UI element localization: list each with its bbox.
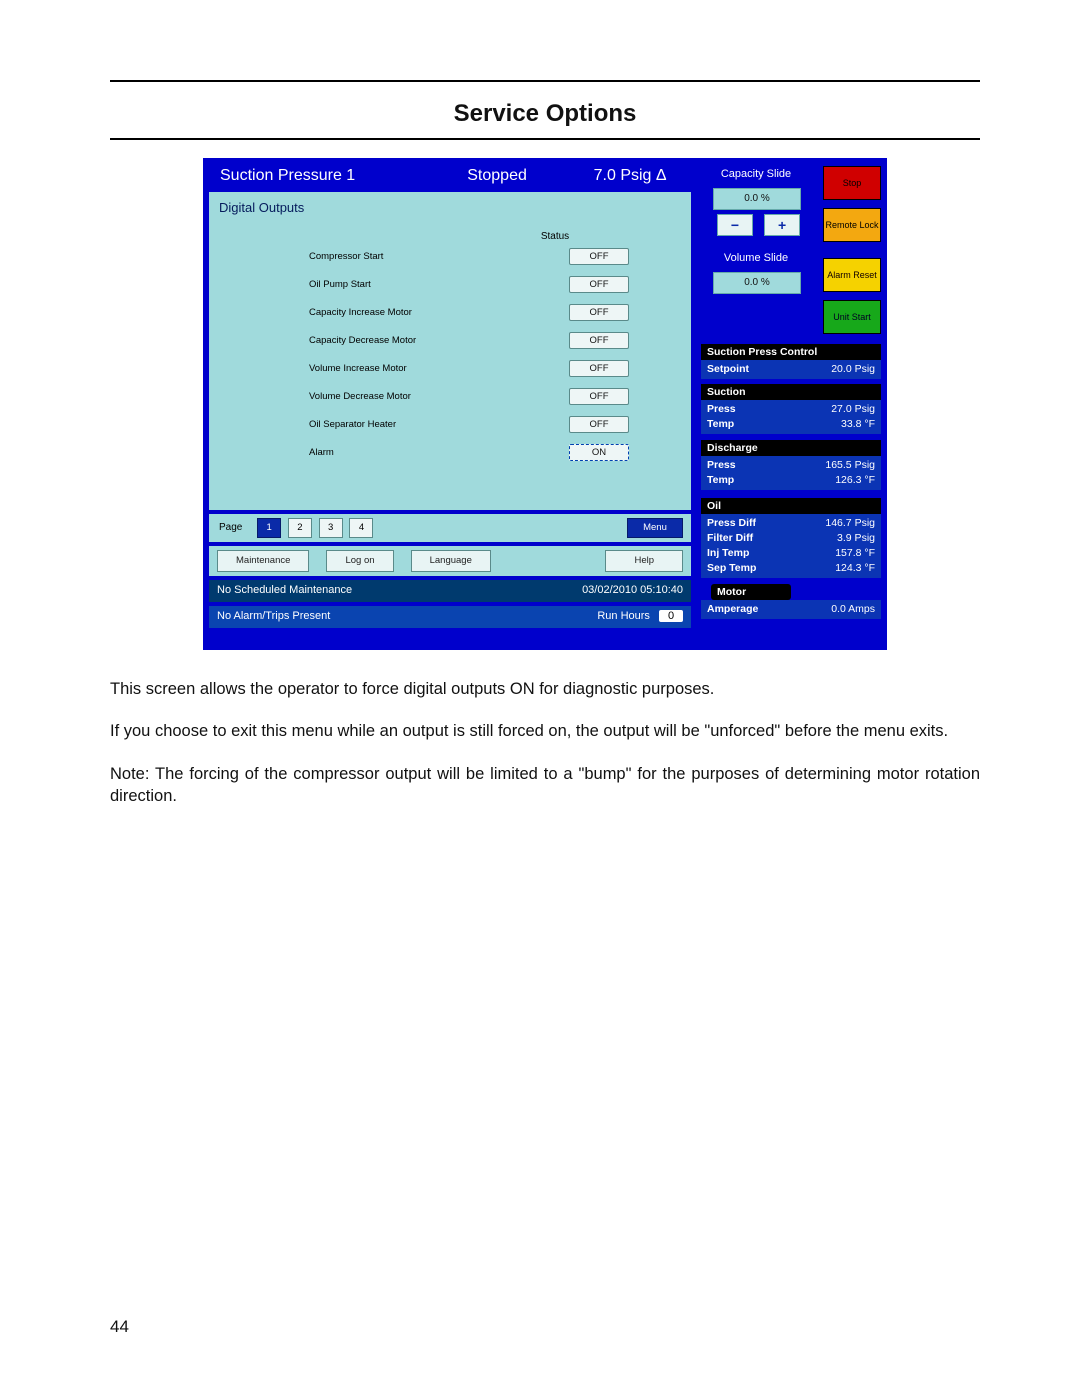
oil-header: Oil <box>701 498 881 514</box>
page-title: Service Options <box>110 100 980 128</box>
body-paragraph-1: This screen allows the operator to force… <box>110 678 980 700</box>
output-toggle[interactable]: OFF <box>569 304 629 321</box>
topbar-left: Suction Pressure 1 <box>209 162 429 190</box>
output-label: Oil Pump Start <box>209 279 559 290</box>
page-label: Page <box>209 515 252 533</box>
alarm-status: No Alarm/Trips Present <box>209 606 338 626</box>
volume-slide-value: 0.0 % <box>713 272 801 294</box>
hmi-screenshot: Suction Pressure 1 Stopped 7.0 Psig Δ Di… <box>203 158 887 650</box>
menu-button[interactable]: Menu <box>627 518 683 538</box>
output-label: Capacity Increase Motor <box>209 307 559 318</box>
output-label: Capacity Decrease Motor <box>209 335 559 346</box>
output-label: Alarm <box>209 447 559 458</box>
maintenance-button[interactable]: Maintenance <box>217 550 309 572</box>
discharge-header: Discharge <box>701 440 881 456</box>
page-button-1[interactable]: 1 <box>257 518 281 538</box>
body-paragraph-3: Note: The forcing of the compressor outp… <box>110 763 980 808</box>
output-toggle[interactable]: OFF <box>569 276 629 293</box>
motor-body: Amperage0.0 Amps <box>701 600 881 619</box>
volume-slide-title: Volume Slide <box>701 252 811 264</box>
discharge-body: Press165.5 Psig Temp126.3 °F <box>701 456 881 490</box>
language-button[interactable]: Language <box>411 550 491 572</box>
page-button-2[interactable]: 2 <box>288 518 312 538</box>
logon-button[interactable]: Log on <box>326 550 393 572</box>
topbar-status: Stopped <box>432 162 562 190</box>
unit-start-button[interactable]: Unit Start <box>823 300 881 334</box>
capacity-slide-value: 0.0 % <box>713 188 801 210</box>
suction-body: Press27.0 Psig Temp33.8 °F <box>701 400 881 434</box>
help-button[interactable]: Help <box>605 550 683 572</box>
page-button-3[interactable]: 3 <box>319 518 343 538</box>
runhours-label: Run Hours <box>597 610 650 622</box>
capacity-slide-title: Capacity Slide <box>701 168 811 180</box>
output-toggle[interactable]: OFF <box>569 360 629 377</box>
panel-title: Digital Outputs <box>209 192 691 231</box>
remote-lock-button[interactable]: Remote Lock <box>823 208 881 242</box>
output-toggle[interactable]: ON <box>569 444 629 461</box>
topbar-reading: 7.0 Psig Δ <box>565 162 695 190</box>
output-toggle[interactable]: OFF <box>569 332 629 349</box>
alarm-reset-button[interactable]: Alarm Reset <box>823 258 881 292</box>
motor-header: Motor <box>711 584 791 600</box>
output-label: Volume Decrease Motor <box>209 391 559 402</box>
digital-outputs-panel: Digital Outputs Status Compressor Start O… <box>209 192 691 510</box>
output-label: Oil Separator Heater <box>209 419 559 430</box>
toolbar: Maintenance Log on Language Help <box>209 546 691 576</box>
maintenance-status-bar: No Scheduled Maintenance 03/02/2010 05:1… <box>209 580 691 602</box>
output-toggle[interactable]: OFF <box>569 388 629 405</box>
output-toggle[interactable]: OFF <box>569 416 629 433</box>
page-button-4[interactable]: 4 <box>349 518 373 538</box>
suction-header: Suction <box>701 384 881 400</box>
output-toggle[interactable]: OFF <box>569 248 629 265</box>
alarm-status-bar: No Alarm/Trips Present Run Hours 0 <box>209 606 691 628</box>
stop-button[interactable]: Stop <box>823 166 881 200</box>
runhours-value: 0 <box>659 610 683 622</box>
capacity-minus-button[interactable]: − <box>717 214 753 236</box>
datetime: 03/02/2010 05:10:40 <box>574 580 691 600</box>
maintenance-status: No Scheduled Maintenance <box>209 580 360 600</box>
status-column-header: Status <box>515 231 595 248</box>
pager-bar: Page 1 2 3 4 Menu <box>209 514 691 542</box>
page-number: 44 <box>110 1317 129 1337</box>
capacity-plus-button[interactable]: + <box>764 214 800 236</box>
oil-body: Press Diff146.7 Psig Filter Diff3.9 Psig… <box>701 514 881 578</box>
spc-body: Setpoint20.0 Psig <box>701 360 881 379</box>
spc-header: Suction Press Control <box>701 344 881 360</box>
output-label: Volume Increase Motor <box>209 363 559 374</box>
body-paragraph-2: If you choose to exit this menu while an… <box>110 720 980 742</box>
output-label: Compressor Start <box>209 251 559 262</box>
